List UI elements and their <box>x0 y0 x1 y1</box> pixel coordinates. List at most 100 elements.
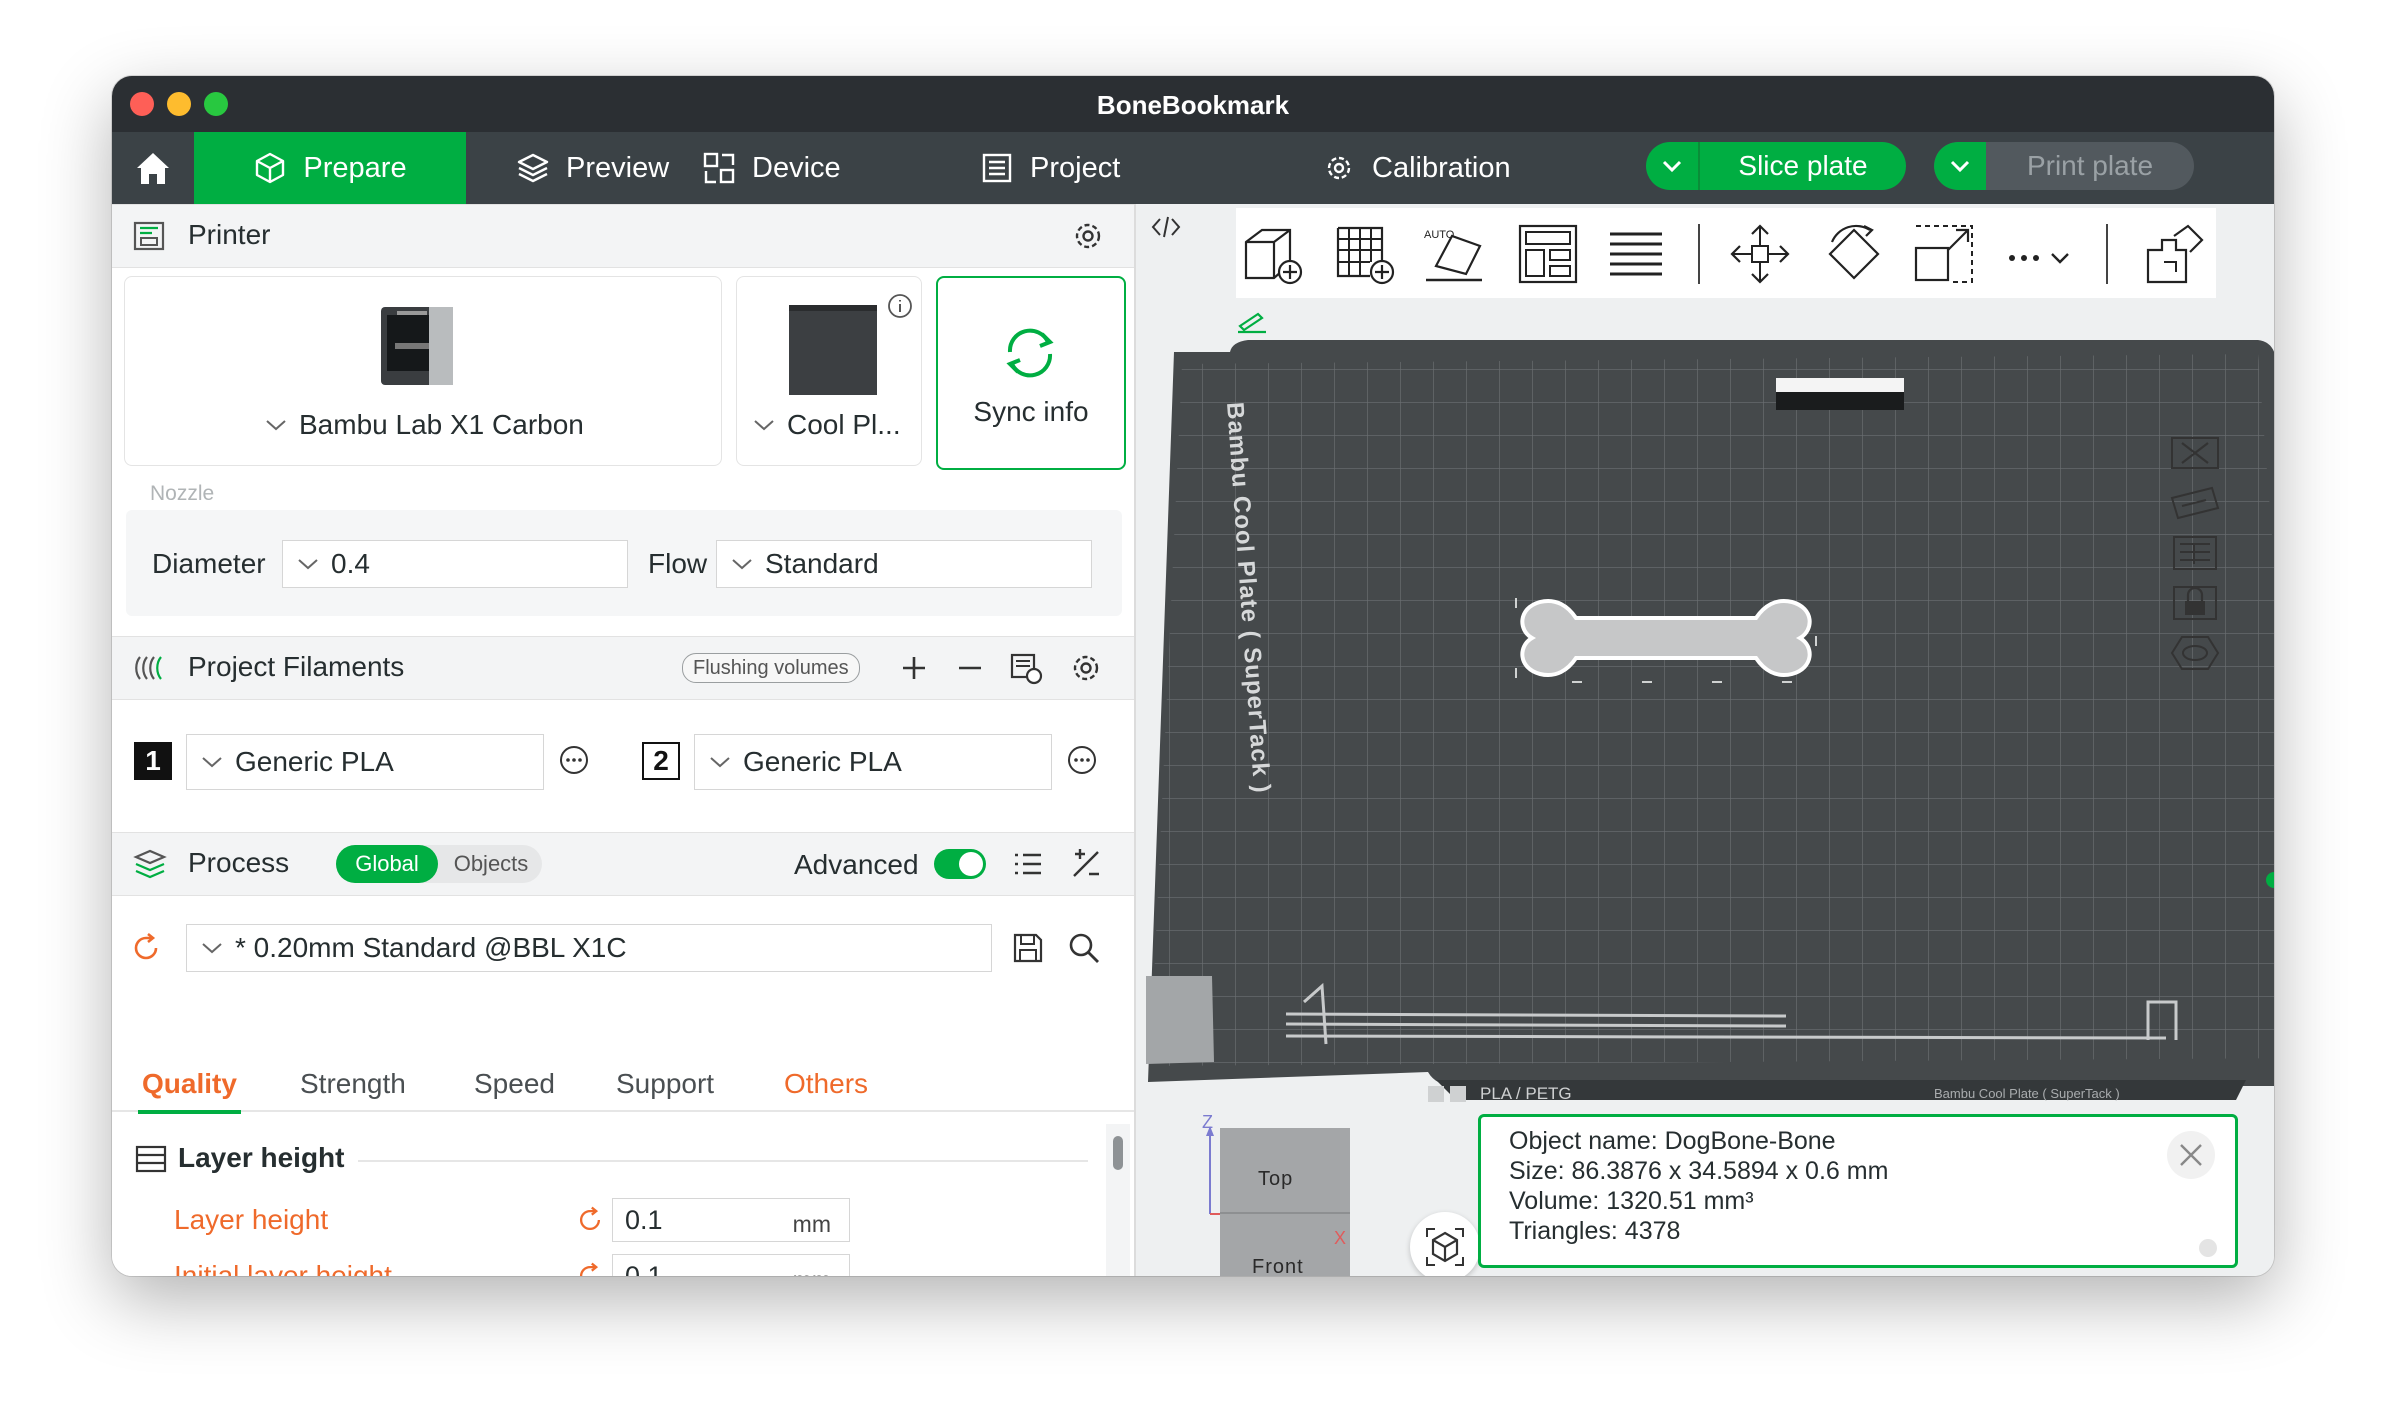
home-icon <box>137 153 169 184</box>
cube-top-face[interactable]: Top <box>1258 1168 1293 1191</box>
lock-plate-icon[interactable] <box>2168 584 2222 622</box>
toggle-objects[interactable]: Objects <box>440 845 542 883</box>
tab-prepare[interactable]: Prepare <box>194 132 466 204</box>
arrange-plate-icon[interactable] <box>2168 534 2222 572</box>
filament-1-dropdown[interactable]: Generic PLA <box>186 734 544 790</box>
chevron-down-icon <box>710 757 730 768</box>
tab-support[interactable]: Support <box>616 1068 714 1100</box>
filament-1-badge[interactable]: 1 <box>134 742 172 780</box>
home-button[interactable] <box>112 132 194 204</box>
tab-speed[interactable]: Speed <box>474 1068 555 1100</box>
filament-1-name: Generic PLA <box>235 746 394 777</box>
plate-footer-right: Bambu Cool Plate ( SuperTack ) <box>1934 1086 2120 1101</box>
flow-value: Standard <box>765 548 879 579</box>
printer-thumbnail-icon <box>381 307 453 385</box>
initial-layer-height-input[interactable]: 0.1 mm <box>612 1254 850 1276</box>
view-plate-icon[interactable] <box>2168 634 2222 672</box>
filament-2-dropdown[interactable]: Generic PLA <box>694 734 1052 790</box>
close-info-button[interactable] <box>2167 1131 2215 1179</box>
reset-view-button[interactable] <box>1410 1212 1480 1276</box>
reset-icon[interactable] <box>128 930 164 966</box>
global-objects-toggle[interactable]: Global Objects <box>336 845 542 883</box>
filaments-section-title: Project Filaments <box>188 651 405 682</box>
flow-dropdown[interactable]: Standard <box>716 540 1092 588</box>
orient-plate-icon[interactable] <box>2168 484 2222 522</box>
tab-label: Calibration <box>1372 151 1511 184</box>
group-divider <box>358 1160 1088 1162</box>
printer-section-header: Printer <box>112 204 1134 268</box>
delete-all-icon[interactable] <box>2168 434 2222 472</box>
initial-layer-height-value: 0.1 <box>625 1261 663 1276</box>
tab-label: Preview <box>566 151 670 184</box>
3d-viewport[interactable]: AUTO Bambu Cool Plate (SuperTack) PLA … <box>1136 204 2274 1276</box>
tab-calibration[interactable]: Calibration <box>1322 132 1511 204</box>
filament-settings-gear-icon[interactable] <box>1068 650 1104 686</box>
reset-icon[interactable] <box>574 1204 606 1236</box>
advanced-switch[interactable] <box>934 849 986 879</box>
window-title: BoneBookmark <box>1096 90 1290 120</box>
nozzle-section-label: Nozzle <box>150 482 215 505</box>
process-section-header: Process Global Objects Advanced <box>112 832 1134 896</box>
slice-options-dropdown[interactable] <box>1646 142 1700 190</box>
printer-model-label: Bambu Lab X1 Carbon <box>299 409 584 440</box>
toggle-global[interactable]: Global <box>336 845 438 883</box>
settings-panel: Printer Bambu Lab X1 Carbon Cool Pl... S… <box>112 204 1136 1276</box>
printer-icon <box>133 221 165 251</box>
object-size: Size: 86.3876 x 34.5894 x 0.6 mm <box>1509 1157 1889 1185</box>
app-window: BoneBookmark Prepare Preview Device Proj… <box>112 76 2274 1276</box>
slice-plate-label: Slice plate <box>1738 150 1868 181</box>
sync-icon <box>1006 328 1054 378</box>
print-options-dropdown[interactable] <box>1934 142 1986 190</box>
process-tabs: Quality Strength Speed Support Others <box>112 1060 1134 1114</box>
gear-icon <box>1327 156 1351 180</box>
scrollbar-thumb[interactable] <box>1113 1136 1123 1170</box>
tab-label: Project <box>1030 151 1121 184</box>
remove-icon[interactable] <box>952 650 988 686</box>
cube-front-face[interactable]: Front <box>1252 1256 1304 1276</box>
more-options-icon[interactable] <box>1064 742 1100 778</box>
search-icon[interactable] <box>1066 930 1102 966</box>
flushing-volumes-button[interactable]: Flushing volumes <box>682 653 860 683</box>
chevron-down-icon <box>298 559 318 570</box>
navigation-cube[interactable]: Top Front <box>1220 1128 1350 1276</box>
print-plate-label: Print plate <box>2026 150 2154 181</box>
object-triangles: Triangles: 4378 <box>1509 1217 1681 1245</box>
layers-icon <box>517 153 549 183</box>
layer-height-input[interactable]: 0.1 mm <box>612 1198 850 1242</box>
tab-project[interactable]: Project <box>980 132 1120 204</box>
info-minimize-icon[interactable] <box>2199 1239 2217 1257</box>
compare-icon[interactable] <box>1068 846 1104 882</box>
diameter-dropdown[interactable]: 0.4 <box>282 540 628 588</box>
tab-strength[interactable]: Strength <box>300 1068 406 1100</box>
scrollbar-track[interactable] <box>1106 1124 1130 1276</box>
printer-settings-gear-icon[interactable] <box>1070 218 1106 254</box>
more-options-icon[interactable] <box>556 742 592 778</box>
tab-quality[interactable]: Quality <box>138 1068 241 1114</box>
add-icon[interactable] <box>896 650 932 686</box>
layer-height-unit: mm <box>792 1211 831 1237</box>
sync-info-button[interactable]: Sync info <box>936 276 1126 470</box>
tab-others[interactable]: Others <box>784 1068 868 1100</box>
flow-label: Flow <box>648 548 708 579</box>
save-icon[interactable] <box>1010 930 1046 966</box>
reset-icon[interactable] <box>574 1260 606 1276</box>
chevron-down-icon <box>266 420 286 431</box>
printer-card[interactable]: Bambu Lab X1 Carbon <box>124 276 722 466</box>
sync-info-label: Sync info <box>973 396 1089 427</box>
object-volume: Volume: 1320.51 mm³ <box>1509 1187 1754 1215</box>
chevron-down-icon <box>1950 160 1970 173</box>
process-preset-dropdown[interactable]: * 0.20mm Standard @BBL X1C <box>186 924 992 972</box>
list-icon[interactable] <box>1010 846 1046 882</box>
plate-card[interactable]: Cool Pl... <box>736 276 922 466</box>
tab-preview[interactable]: Preview <box>516 132 669 204</box>
tab-device[interactable]: Device <box>702 132 841 204</box>
layer-height-group-title: Layer height <box>178 1142 345 1173</box>
info-icon[interactable] <box>887 293 913 319</box>
filament-sync-icon[interactable] <box>1008 650 1044 686</box>
filament-2-badge[interactable]: 2 <box>642 742 680 780</box>
filament-2-name: Generic PLA <box>743 746 902 777</box>
print-plate-button[interactable]: Print plate <box>1934 142 2194 190</box>
slice-plate-button[interactable]: Slice plate <box>1646 142 1906 190</box>
chevron-down-icon <box>202 757 222 768</box>
chevron-down-icon <box>202 943 222 954</box>
